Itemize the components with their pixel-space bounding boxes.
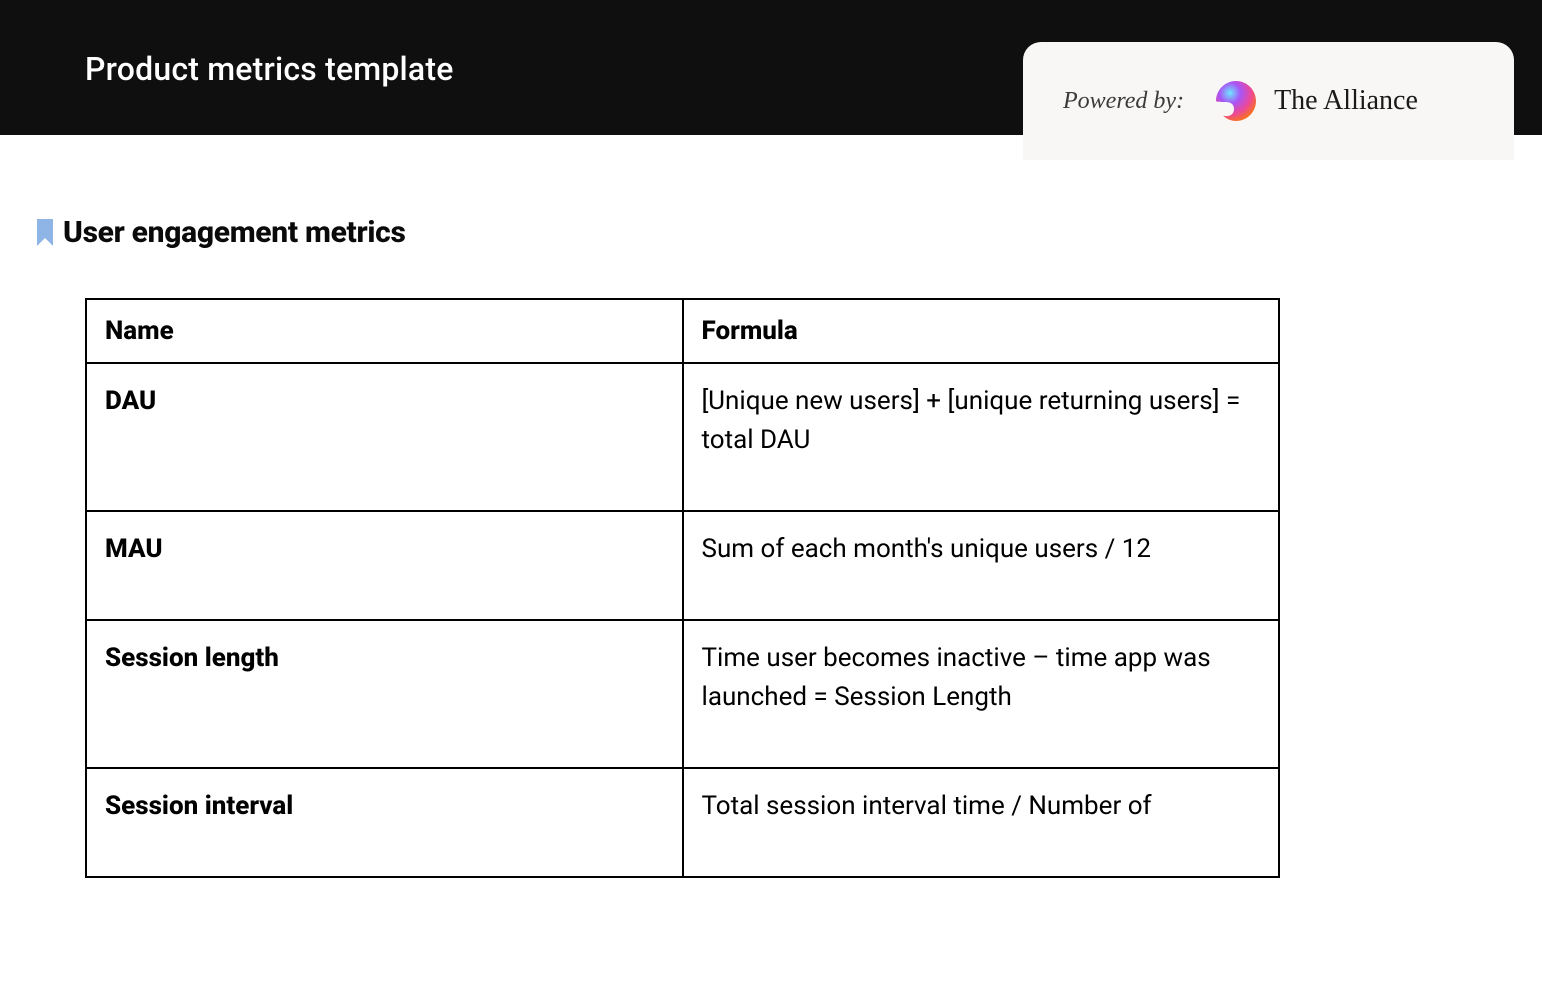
powered-by-label: Powered by: — [1063, 88, 1184, 115]
table-row: Session length Time user becomes inactiv… — [86, 620, 1279, 768]
column-header-formula: Formula — [683, 299, 1280, 363]
bookmark-icon — [35, 219, 55, 247]
metrics-table: Name Formula DAU [Unique new users] + [u… — [85, 298, 1280, 878]
table-row: Session interval Total session interval … — [86, 768, 1279, 877]
metric-formula: Time user becomes inactive – time app wa… — [683, 620, 1280, 768]
page-header: Product metrics template Powered by: — [0, 0, 1542, 135]
brand-logo: The Alliance — [1212, 77, 1418, 125]
document-body: User engagement metrics Name Formula DAU… — [0, 135, 1542, 918]
table-row: DAU [Unique new users] + [unique returni… — [86, 363, 1279, 511]
section-heading: User engagement metrics — [35, 215, 1457, 250]
table-row: MAU Sum of each month's unique users / 1… — [86, 511, 1279, 620]
metric-name: DAU — [86, 363, 683, 511]
alliance-logo-icon — [1212, 77, 1260, 125]
powered-by-card: Powered by: The Alliance — [1023, 42, 1514, 160]
metric-formula: [Unique new users] + [unique returning u… — [683, 363, 1280, 511]
metric-formula: Sum of each month's unique users / 12 — [683, 511, 1280, 620]
brand-name: The Alliance — [1274, 85, 1418, 117]
metric-name: Session interval — [86, 768, 683, 877]
metric-name: Session length — [86, 620, 683, 768]
document-title: Product metrics template — [85, 50, 454, 88]
section-title: User engagement metrics — [63, 215, 406, 250]
column-header-name: Name — [86, 299, 683, 363]
table-header-row: Name Formula — [86, 299, 1279, 363]
metric-formula: Total session interval time / Number of — [683, 768, 1280, 877]
metric-name: MAU — [86, 511, 683, 620]
